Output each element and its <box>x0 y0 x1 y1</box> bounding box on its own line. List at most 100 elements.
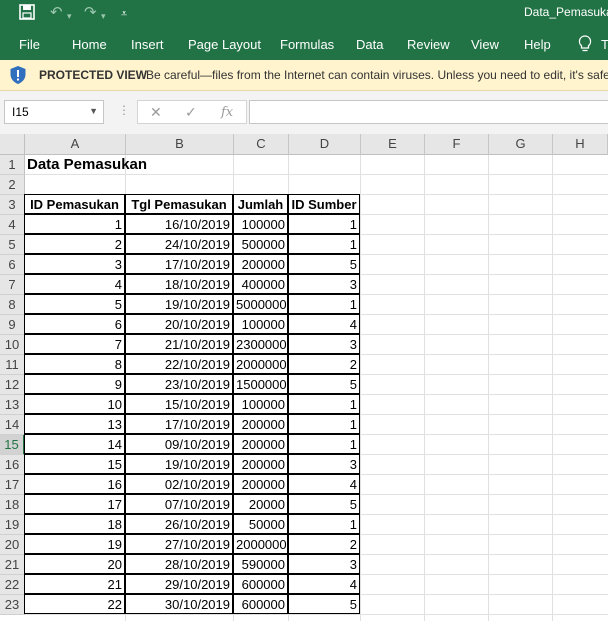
redo-dropdown-icon[interactable]: ▾ <box>101 7 106 25</box>
row-header-8[interactable]: 8 <box>0 295 25 315</box>
table-cell[interactable]: 5 <box>288 374 360 394</box>
table-cell[interactable]: 17/10/2019 <box>125 414 233 434</box>
table-cell[interactable]: 200000 <box>233 414 288 434</box>
tab-formulas[interactable]: Formulas <box>280 37 334 52</box>
table-cell[interactable]: 15/10/2019 <box>125 394 233 414</box>
row-header-21[interactable]: 21 <box>0 555 25 575</box>
table-cell[interactable]: 19/10/2019 <box>125 454 233 474</box>
table-cell[interactable]: 5 <box>24 294 125 314</box>
tab-help[interactable]: Help <box>524 37 551 52</box>
table-cell[interactable]: 29/10/2019 <box>125 574 233 594</box>
table-cell[interactable]: 6 <box>24 314 125 334</box>
column-header-d[interactable]: D <box>289 134 361 155</box>
table-cell[interactable]: 50000 <box>233 514 288 534</box>
table-cell[interactable]: 30/10/2019 <box>125 594 233 614</box>
table-header-cell[interactable]: Tgl Pemasukan <box>125 194 233 214</box>
table-cell[interactable]: 19 <box>24 534 125 554</box>
table-cell[interactable]: 1 <box>288 394 360 414</box>
row-header-17[interactable]: 17 <box>0 475 25 495</box>
table-cell[interactable]: 1 <box>288 414 360 434</box>
table-cell[interactable]: 500000 <box>233 234 288 254</box>
table-cell[interactable]: 02/10/2019 <box>125 474 233 494</box>
tab-home[interactable]: Home <box>72 37 107 52</box>
table-cell[interactable]: 2 <box>24 234 125 254</box>
table-cell[interactable]: 3 <box>288 334 360 354</box>
table-cell[interactable]: 20 <box>24 554 125 574</box>
table-cell[interactable]: 100000 <box>233 314 288 334</box>
table-cell[interactable]: 26/10/2019 <box>125 514 233 534</box>
table-cell[interactable]: 16 <box>24 474 125 494</box>
table-cell[interactable]: 1 <box>288 514 360 534</box>
row-header-5[interactable]: 5 <box>0 235 25 255</box>
table-cell[interactable]: 1 <box>288 214 360 234</box>
table-cell[interactable]: 5000000 <box>233 294 288 314</box>
table-header-cell[interactable]: Jumlah <box>233 194 288 214</box>
table-cell[interactable]: 18 <box>24 514 125 534</box>
table-cell[interactable]: 590000 <box>233 554 288 574</box>
table-cell[interactable]: 1 <box>288 234 360 254</box>
table-cell[interactable]: 4 <box>288 314 360 334</box>
table-cell[interactable]: 28/10/2019 <box>125 554 233 574</box>
column-header-g[interactable]: G <box>489 134 553 155</box>
row-header-2[interactable]: 2 <box>0 175 25 195</box>
table-cell[interactable]: 100000 <box>233 394 288 414</box>
column-header-f[interactable]: F <box>425 134 489 155</box>
save-icon[interactable] <box>19 4 35 25</box>
table-cell[interactable]: 23/10/2019 <box>125 374 233 394</box>
table-cell[interactable]: 5 <box>288 254 360 274</box>
table-cell[interactable]: 3 <box>24 254 125 274</box>
tell-me-search[interactable]: T <box>601 37 608 52</box>
table-cell[interactable]: 1500000 <box>233 374 288 394</box>
column-header-e[interactable]: E <box>361 134 425 155</box>
tab-insert[interactable]: Insert <box>131 37 164 52</box>
table-cell[interactable]: 27/10/2019 <box>125 534 233 554</box>
column-header-b[interactable]: B <box>126 134 234 155</box>
row-header-4[interactable]: 4 <box>0 215 25 235</box>
table-cell[interactable]: 4 <box>288 474 360 494</box>
select-all-corner[interactable] <box>0 134 25 155</box>
table-cell[interactable]: 07/10/2019 <box>125 494 233 514</box>
cancel-icon[interactable]: ✕ <box>150 104 162 121</box>
redo-icon[interactable]: ↷ <box>84 4 97 22</box>
row-header-9[interactable]: 9 <box>0 315 25 335</box>
table-cell[interactable]: 19/10/2019 <box>125 294 233 314</box>
table-cell[interactable]: 17 <box>24 494 125 514</box>
tab-file[interactable]: File <box>19 37 40 52</box>
row-header-22[interactable]: 22 <box>0 575 25 595</box>
table-cell[interactable]: 5 <box>288 594 360 614</box>
table-cell[interactable]: 17/10/2019 <box>125 254 233 274</box>
row-header-23[interactable]: 23 <box>0 595 25 615</box>
table-cell[interactable]: 24/10/2019 <box>125 234 233 254</box>
insert-function-icon[interactable]: fx <box>221 105 233 120</box>
table-cell[interactable]: 21 <box>24 574 125 594</box>
table-cell[interactable]: 20000 <box>233 494 288 514</box>
row-header-3[interactable]: 3 <box>0 195 25 215</box>
table-cell[interactable]: 600000 <box>233 594 288 614</box>
table-cell[interactable]: 2 <box>288 354 360 374</box>
table-cell[interactable]: 2 <box>288 534 360 554</box>
table-cell[interactable]: 200000 <box>233 474 288 494</box>
table-cell[interactable]: 22 <box>24 594 125 614</box>
tab-data[interactable]: Data <box>356 37 383 52</box>
row-header-6[interactable]: 6 <box>0 255 25 275</box>
undo-dropdown-icon[interactable]: ▾ <box>67 7 72 25</box>
table-header-cell[interactable]: ID Sumber <box>288 194 360 214</box>
row-header-10[interactable]: 10 <box>0 335 25 355</box>
table-cell[interactable]: 13 <box>24 414 125 434</box>
table-cell[interactable]: 9 <box>24 374 125 394</box>
table-cell[interactable]: 200000 <box>233 254 288 274</box>
row-header-12[interactable]: 12 <box>0 375 25 395</box>
table-cell[interactable]: 400000 <box>233 274 288 294</box>
undo-icon[interactable]: ↶ <box>50 4 63 22</box>
table-cell[interactable]: 1 <box>288 294 360 314</box>
row-header-13[interactable]: 13 <box>0 395 25 415</box>
tab-page-layout[interactable]: Page Layout <box>188 37 261 52</box>
table-cell[interactable]: 5 <box>288 494 360 514</box>
table-cell[interactable]: 10 <box>24 394 125 414</box>
column-header-c[interactable]: C <box>234 134 289 155</box>
table-cell[interactable]: 3 <box>288 554 360 574</box>
row-header-18[interactable]: 18 <box>0 495 25 515</box>
table-cell[interactable]: 21/10/2019 <box>125 334 233 354</box>
table-cell[interactable]: 200000 <box>233 454 288 474</box>
lightbulb-icon[interactable] <box>578 35 592 57</box>
